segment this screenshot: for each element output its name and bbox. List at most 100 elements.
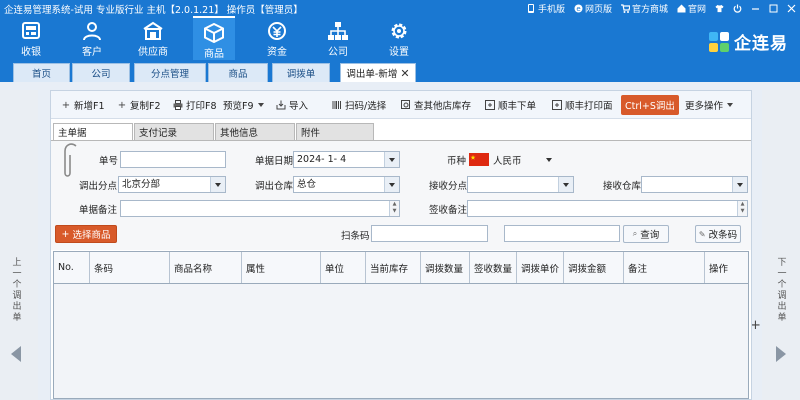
home-icon bbox=[677, 4, 686, 13]
tab-product[interactable]: 商品 bbox=[208, 63, 268, 82]
barcode-input[interactable] bbox=[371, 225, 488, 242]
sf-icon bbox=[485, 100, 495, 110]
nav-settings[interactable]: 设置 bbox=[378, 16, 420, 60]
mobile-link[interactable]: 手机版 bbox=[527, 2, 565, 15]
minimize-button[interactable] bbox=[751, 4, 760, 13]
preview-dropdown[interactable]: 预览F9 bbox=[223, 97, 264, 113]
nav-supplier[interactable]: 供应商 bbox=[132, 16, 174, 60]
app-title: 企连易管理系统-试用 专业版行业 主机【2.0.1.21】 操作员【管理员】 bbox=[4, 5, 303, 16]
tab-home[interactable]: 首页 bbox=[13, 63, 70, 82]
scan-select-button[interactable]: 扫码/选择 bbox=[332, 97, 386, 113]
sign-remark-input[interactable]: ▲ ▼ bbox=[467, 200, 748, 217]
nav-money[interactable]: 资金 bbox=[256, 16, 298, 60]
check-stock-button[interactable]: 查其他店库存 bbox=[401, 97, 471, 113]
date-picker[interactable]: 2024- 1- 4 bbox=[293, 151, 400, 168]
copy-button-label: 复制F2 bbox=[130, 101, 161, 112]
goods-table[interactable]: No. 条码 商品名称 属性 单位 当前库存 调拨数量 签收数量 调拨单价 调拨… bbox=[53, 251, 749, 399]
nav-register[interactable]: 收银 bbox=[10, 16, 52, 60]
main-panel: + 新增F1 + 复制F2 打印F8 预览F9 导入 扫码/选择 查其他店库存 顺丰… bbox=[50, 90, 752, 400]
check-stock-label: 查其他店库存 bbox=[414, 101, 472, 112]
subtab-main-doc[interactable]: 主单据 bbox=[53, 123, 133, 140]
svg-text:e: e bbox=[576, 5, 580, 13]
col-unit[interactable]: 单位 bbox=[321, 252, 366, 283]
nav-company[interactable]: 公司 bbox=[317, 16, 359, 60]
toolbar: + 新增F1 + 复制F2 打印F8 预览F9 导入 扫码/选择 查其他店库存 顺丰… bbox=[51, 91, 751, 119]
official-site-link[interactable]: 官网 bbox=[677, 2, 706, 15]
subtab-attachments[interactable]: 附件 bbox=[296, 123, 374, 140]
search-input[interactable] bbox=[504, 225, 620, 242]
maximize-button[interactable] bbox=[769, 4, 778, 13]
search-doc-icon bbox=[401, 100, 411, 110]
tab-company[interactable]: 公司 bbox=[72, 63, 130, 82]
currency-select[interactable]: 人民币 bbox=[469, 151, 569, 168]
col-attribute[interactable]: 属性 bbox=[242, 252, 321, 283]
nav-customer[interactable]: 客户 bbox=[71, 16, 113, 60]
col-transfer-amount[interactable]: 调拨金额 bbox=[564, 252, 624, 283]
product-box-icon bbox=[204, 23, 224, 43]
prev-order-panel[interactable]: 上一个调出单 bbox=[0, 90, 38, 400]
register-icon bbox=[22, 22, 40, 39]
chevron-down-icon[interactable] bbox=[384, 177, 399, 192]
import-button[interactable]: 导入 bbox=[276, 97, 308, 113]
col-no[interactable]: No. bbox=[54, 252, 90, 283]
shop-link[interactable]: 官方商城 bbox=[620, 2, 668, 15]
tag-icon: ✎ bbox=[698, 229, 706, 239]
more-actions-label: 更多操作 bbox=[685, 101, 724, 112]
plus-icon: + bbox=[61, 99, 71, 111]
col-remark[interactable]: 备注 bbox=[624, 252, 705, 283]
out-branch-select[interactable]: 北京分部 bbox=[118, 176, 226, 193]
document-tabs: 首页 公司 分点管理 商品 调拨单 调出单-新增 ✕ bbox=[0, 60, 800, 82]
more-actions-dropdown[interactable]: 更多操作 bbox=[685, 97, 734, 113]
print-button[interactable]: 打印F8 bbox=[173, 97, 217, 113]
close-tab-icon[interactable]: ✕ bbox=[400, 67, 409, 80]
tab-transfer-order[interactable]: 调拨单 bbox=[272, 63, 330, 82]
change-barcode-button[interactable]: ✎ 改条码 bbox=[695, 225, 741, 243]
power-button[interactable] bbox=[733, 4, 742, 13]
money-icon bbox=[268, 22, 286, 40]
copy-button[interactable]: + 复制F2 bbox=[117, 97, 161, 113]
chevron-down-icon[interactable] bbox=[210, 177, 225, 192]
next-order-panel[interactable]: 下一个调出单 bbox=[762, 90, 800, 400]
printer-icon bbox=[173, 100, 183, 110]
tab-transfer-label: 调拨单 bbox=[286, 69, 316, 80]
query-button[interactable]: ⌕ 查询 bbox=[623, 225, 669, 243]
nav-product[interactable]: 商品 bbox=[193, 16, 235, 60]
remark-input[interactable]: ▲ ▼ bbox=[120, 200, 400, 217]
paperclip-icon bbox=[64, 143, 77, 177]
in-branch-label: 接收分点 bbox=[429, 181, 468, 192]
tab-branch-management[interactable]: 分点管理 bbox=[134, 63, 206, 82]
spin-icon[interactable]: ▲ ▼ bbox=[389, 201, 399, 216]
sf-order-button[interactable]: 顺丰下单 bbox=[485, 97, 536, 113]
chevron-down-icon[interactable] bbox=[732, 177, 747, 192]
col-received-qty[interactable]: 签收数量 bbox=[470, 252, 517, 283]
arrow-right-icon[interactable] bbox=[776, 346, 786, 362]
col-transfer-price[interactable]: 调拨单价 bbox=[517, 252, 564, 283]
close-window-button[interactable] bbox=[787, 4, 796, 13]
chevron-down-icon[interactable] bbox=[558, 177, 573, 192]
sf-print-label: 顺丰打印面 bbox=[565, 101, 613, 112]
arrow-left-icon[interactable] bbox=[11, 346, 21, 362]
ctrl-s-save-out-button[interactable]: Ctrl+S调出 bbox=[621, 95, 679, 115]
col-product-name[interactable]: 商品名称 bbox=[170, 252, 242, 283]
col-transfer-qty[interactable]: 调拨数量 bbox=[421, 252, 470, 283]
chevron-down-icon[interactable] bbox=[384, 152, 399, 167]
tab-transfer-out-new-label: 调出单-新增 bbox=[346, 69, 398, 80]
col-barcode[interactable]: 条码 bbox=[90, 252, 170, 283]
col-action[interactable]: 操作 bbox=[705, 252, 748, 283]
spin-icon[interactable]: ▲ ▼ bbox=[737, 201, 747, 216]
select-goods-button[interactable]: + 选择商品 bbox=[55, 225, 117, 243]
skin-button[interactable] bbox=[715, 4, 724, 13]
subtab-other-info[interactable]: 其他信息 bbox=[215, 123, 295, 140]
subtab-payment-records[interactable]: 支付记录 bbox=[134, 123, 214, 140]
new-button[interactable]: + 新增F1 bbox=[61, 97, 105, 113]
order-no-input[interactable] bbox=[120, 151, 226, 168]
out-warehouse-select[interactable]: 总仓 bbox=[293, 176, 400, 193]
in-warehouse-select[interactable] bbox=[641, 176, 748, 193]
tab-transfer-out-new[interactable]: 调出单-新增 ✕ bbox=[340, 63, 416, 82]
sf-print-button[interactable]: 顺丰打印面 bbox=[552, 97, 613, 113]
nav-money-label: 资金 bbox=[267, 47, 287, 58]
web-link[interactable]: e 网页版 bbox=[574, 2, 612, 15]
brand-name: 企连易 bbox=[734, 34, 788, 54]
in-branch-select[interactable] bbox=[467, 176, 574, 193]
col-current-stock[interactable]: 当前库存 bbox=[366, 252, 421, 283]
